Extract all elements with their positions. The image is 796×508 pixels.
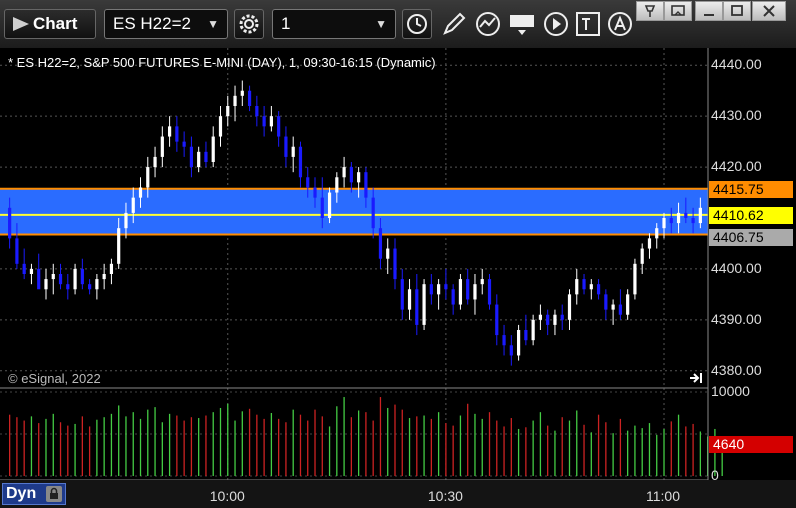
volume-tag: 4640: [709, 436, 793, 454]
chevron-down-icon[interactable]: ▼: [375, 10, 387, 38]
candle: [633, 258, 637, 300]
price-band: [0, 188, 708, 235]
study-button[interactable]: [474, 10, 502, 38]
chart-logo-icon: [13, 17, 29, 31]
minimize-icon: [704, 14, 714, 16]
text-tool-icon: [576, 12, 600, 36]
interval-input[interactable]: 1 ▼: [272, 9, 396, 39]
time-settings-button[interactable]: [402, 9, 432, 39]
symbol-settings-button[interactable]: [234, 9, 264, 39]
symbol-value: ES H22=2: [113, 14, 191, 33]
volume-tick-label: 10000: [711, 383, 750, 399]
price-tick-label: 4400.00: [711, 259, 762, 276]
price-tick-label: 4420.00: [711, 158, 762, 175]
maximize-icon: [731, 5, 743, 16]
dynamic-mode-button[interactable]: Dyn: [2, 483, 66, 505]
watermark: © eSignal, 2022: [8, 371, 101, 386]
minimize-button[interactable]: [695, 1, 723, 21]
gear-icon: [239, 14, 259, 34]
draw-tool-button[interactable]: [440, 10, 468, 38]
candle: [327, 187, 332, 224]
alert-icon: [608, 12, 632, 36]
pencil-icon: [443, 12, 466, 35]
chart-header: * ES H22=2, S&P 500 FUTURES E-MINI (DAY)…: [8, 55, 436, 70]
scroll-to-end-button[interactable]: [688, 371, 704, 385]
price-chart[interactable]: [0, 48, 796, 480]
pin-button[interactable]: [636, 1, 664, 21]
link-window-button[interactable]: [664, 1, 692, 21]
text-tool-button[interactable]: [574, 10, 602, 38]
window-link-icon: [671, 5, 685, 16]
price-tick-label: 4390.00: [711, 310, 762, 327]
candle: [516, 324, 521, 361]
candle: [458, 274, 463, 310]
dynamic-mode-label: Dyn: [6, 485, 37, 502]
window-title: Chart: [33, 14, 78, 33]
chevron-down-icon[interactable]: ▼: [207, 10, 219, 38]
time-tick-label: 11:00: [646, 488, 680, 504]
chart-menu-button[interactable]: Chart: [4, 9, 96, 39]
candle: [487, 274, 492, 310]
last-price-tag: 4410.62: [709, 206, 793, 224]
scroll-end-icon: [690, 373, 702, 383]
clock-icon: [407, 14, 427, 34]
price-tick-label: 4430.00: [711, 107, 762, 124]
band-lower-tag: 4406.75: [709, 228, 793, 246]
alert-button[interactable]: [606, 10, 634, 38]
play-button[interactable]: [542, 10, 570, 38]
get-icon: [510, 15, 534, 35]
toolbar: Chart ES H22=2 ▼ 1 ▼: [0, 0, 796, 49]
time-tick-label: 10:30: [427, 488, 463, 504]
band-upper-tag: 4415.75: [709, 180, 793, 198]
close-icon: [763, 5, 775, 17]
symbol-input[interactable]: ES H22=2 ▼: [104, 9, 228, 39]
maximize-button[interactable]: [723, 1, 751, 21]
study-icon: [476, 12, 500, 36]
close-button[interactable]: [752, 1, 786, 21]
interval-value: 1: [281, 14, 291, 33]
get-data-button[interactable]: [508, 10, 536, 38]
play-icon: [544, 12, 568, 36]
time-tick-label: 10:00: [209, 488, 245, 504]
lock-icon[interactable]: [46, 486, 62, 502]
pin-icon: [644, 5, 656, 17]
price-tick-label: 4380.00: [711, 361, 762, 378]
candle: [422, 279, 426, 330]
price-tick-label: 4440.00: [711, 56, 762, 73]
